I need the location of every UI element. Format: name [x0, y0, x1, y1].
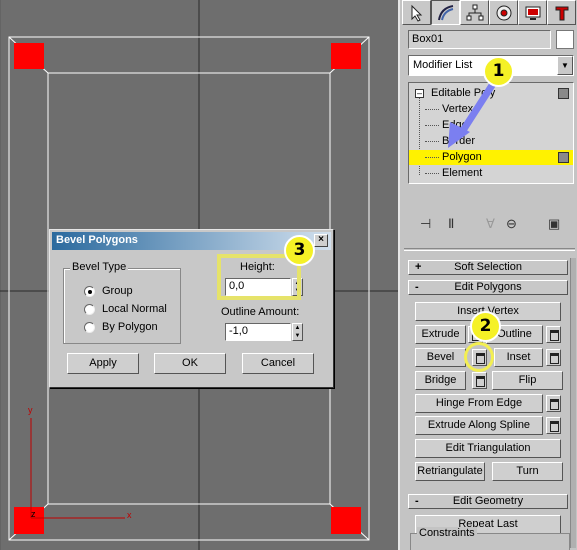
- perspective-viewport[interactable]: y x z Bevel Polygons × Bevel Type Group …: [0, 0, 398, 550]
- collapse-icon: -: [415, 281, 419, 293]
- outline-settings-icon[interactable]: [546, 326, 561, 343]
- outline-amount-label: Outline Amount:: [221, 306, 300, 318]
- tree-branch: [425, 141, 439, 142]
- collapse-icon[interactable]: –: [415, 89, 424, 98]
- vertex-marker-top-right: [331, 43, 361, 69]
- bevel-polygons-dialog[interactable]: Bevel Polygons × Bevel Type Group Local …: [49, 229, 334, 388]
- stack-item-element[interactable]: Element: [409, 166, 573, 181]
- extrude-along-spline-settings-icon[interactable]: [546, 417, 561, 434]
- bevel-settings-highlight-ring: [464, 342, 494, 372]
- soft-selection-rollout[interactable]: + Soft Selection: [408, 260, 568, 275]
- apply-button[interactable]: Apply: [67, 353, 139, 374]
- edit-triangulation-button[interactable]: Edit Triangulation: [415, 439, 561, 458]
- remove-modifier-icon[interactable]: ⊖: [506, 216, 517, 232]
- radio-local-normal-icon[interactable]: [84, 304, 95, 315]
- hinge-from-edge-button[interactable]: Hinge From Edge: [415, 394, 543, 413]
- ok-button[interactable]: OK: [154, 353, 226, 374]
- rollout-title: Edit Polygons: [454, 281, 522, 293]
- radio-local-normal-label: Local Normal: [102, 303, 167, 315]
- axis-label-y: y: [28, 405, 33, 415]
- constraints-group: Constraints: [410, 527, 570, 550]
- tree-branch: [425, 109, 439, 110]
- stack-item-label: Element: [442, 167, 483, 179]
- radio-group-icon[interactable]: [84, 286, 95, 297]
- tree-branch: [425, 173, 439, 174]
- axis-gizmo: [30, 418, 125, 519]
- modify-tab-icon[interactable]: [431, 0, 460, 25]
- radio-by-polygon-icon[interactable]: [84, 322, 95, 333]
- configure-modifier-sets-icon[interactable]: ▣: [548, 216, 560, 232]
- callout-1: 1: [483, 56, 514, 87]
- rollout-title: Soft Selection: [454, 261, 522, 273]
- panel-scrollbar[interactable]: [570, 258, 576, 548]
- outline-amount-input[interactable]: -1,0: [225, 323, 291, 341]
- object-name-field[interactable]: Box01: [408, 30, 551, 49]
- make-unique-icon[interactable]: ∀: [486, 216, 495, 232]
- cancel-button[interactable]: Cancel: [242, 353, 314, 374]
- hinge-settings-icon[interactable]: [546, 395, 561, 412]
- outline-spinner-arrows[interactable]: ▲ ▼: [292, 323, 303, 341]
- constraints-label: Constraints: [417, 527, 477, 539]
- utilities-tab-icon[interactable]: [547, 0, 576, 25]
- tree-branch: [425, 157, 439, 158]
- axis-label-x: x: [127, 510, 132, 520]
- bevel-button[interactable]: Bevel: [415, 348, 466, 367]
- turn-button[interactable]: Turn: [492, 462, 563, 481]
- collapse-icon: -: [415, 495, 419, 507]
- outline-amount-spinner[interactable]: -1,0 ▲ ▼: [225, 323, 305, 341]
- vertex-marker-top-left: [14, 43, 44, 69]
- radio-by-polygon-label: By Polygon: [102, 321, 158, 333]
- edit-geometry-rollout[interactable]: - Edit Geometry: [408, 494, 568, 509]
- stack-item-polygon[interactable]: Polygon: [409, 150, 573, 165]
- create-tab-icon[interactable]: [402, 0, 431, 25]
- bridge-button[interactable]: Bridge: [415, 371, 466, 390]
- inset-button[interactable]: Inset: [494, 348, 543, 367]
- edit-polygons-rollout[interactable]: - Edit Polygons: [408, 280, 568, 295]
- radio-group-label: Group: [102, 285, 133, 297]
- bridge-settings-icon[interactable]: [472, 372, 487, 389]
- callout-3: 3: [284, 235, 315, 266]
- flip-button[interactable]: Flip: [492, 371, 563, 390]
- axis-label-z: z: [31, 509, 36, 519]
- show-end-result-icon[interactable]: [558, 88, 569, 99]
- command-panel: Box01 Modifier List ▼ – Editable Poly Ve…: [398, 0, 577, 550]
- extrude-along-spline-button[interactable]: Extrude Along Spline: [415, 416, 543, 435]
- bevel-type-group: Bevel Type Group Local Normal By Polygon: [63, 261, 181, 344]
- show-end-result-toggle-icon[interactable]: Ⅱ: [448, 216, 454, 232]
- panel-divider: [404, 248, 575, 251]
- display-tab-icon[interactable]: [518, 0, 547, 25]
- object-color-swatch[interactable]: [556, 30, 574, 49]
- pin-stack-icon[interactable]: ⊣: [420, 216, 431, 232]
- retriangulate-button[interactable]: Retriangulate: [415, 462, 485, 481]
- rollout-title: Edit Geometry: [452, 495, 524, 507]
- inset-settings-icon[interactable]: [546, 349, 561, 366]
- chevron-down-icon[interactable]: ▼: [557, 56, 573, 75]
- polygon-level-icon: [558, 152, 569, 163]
- command-panel-tabs: [402, 0, 577, 26]
- stack-toolbar: ⊣ Ⅱ ∀ ⊖ ▣: [408, 212, 574, 236]
- callout-2: 2: [470, 311, 501, 342]
- dialog-close-button[interactable]: ×: [314, 234, 328, 247]
- tree-branch: [425, 125, 439, 126]
- bevel-type-label: Bevel Type: [70, 261, 129, 273]
- expand-icon: +: [415, 261, 422, 273]
- stack-item-label: Polygon: [442, 151, 482, 163]
- extrude-button[interactable]: Extrude: [415, 325, 466, 344]
- hierarchy-tab-icon[interactable]: [460, 0, 489, 25]
- motion-tab-icon[interactable]: [489, 0, 518, 25]
- vertex-marker-bottom-right: [331, 507, 361, 534]
- dialog-title: Bevel Polygons: [56, 234, 138, 246]
